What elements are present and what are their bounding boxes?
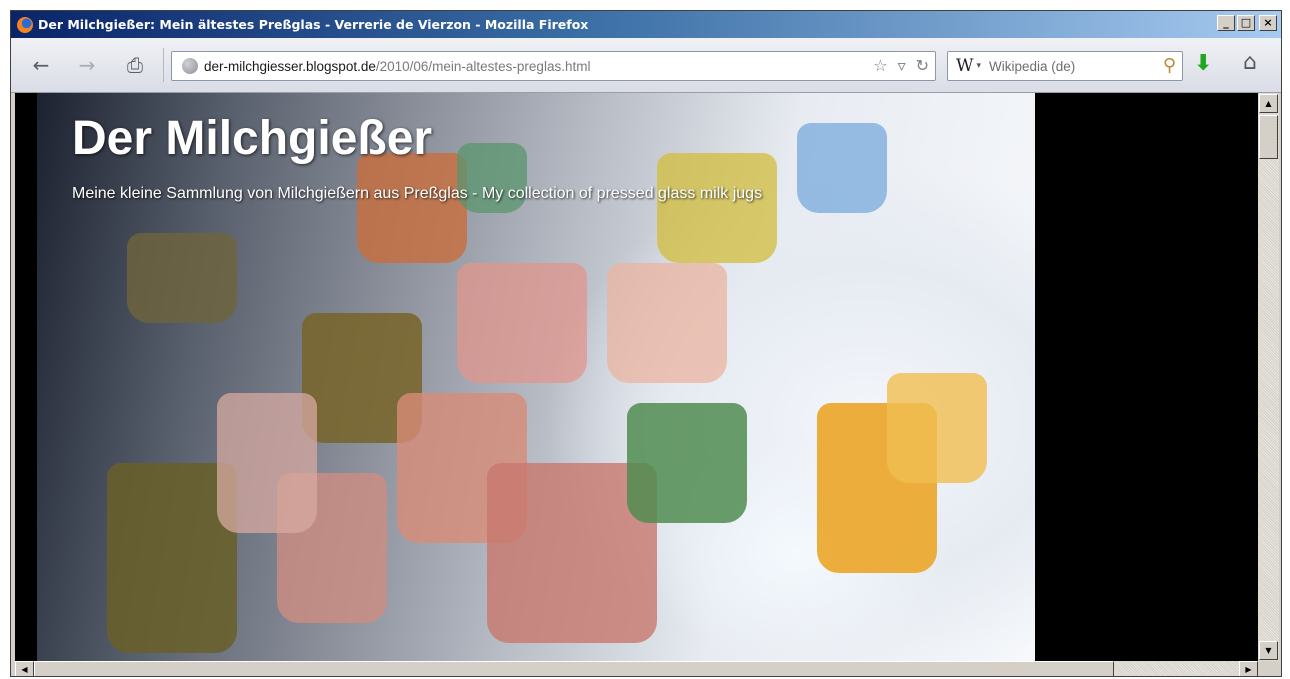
download-icon[interactable]: ⬇ bbox=[1194, 51, 1212, 76]
scroll-down-button[interactable]: ▼ bbox=[1259, 641, 1278, 660]
bookmark-star-icon[interactable]: ☆ bbox=[873, 56, 887, 75]
minimize-button[interactable]: _ bbox=[1217, 15, 1235, 31]
search-engine-dropdown-icon[interactable]: ▾ bbox=[976, 61, 981, 71]
blog-description: Meine kleine Sammlung von Milchgießern a… bbox=[72, 185, 763, 202]
jug-shape bbox=[627, 403, 747, 523]
url-path: /2010/06/mein-altestes-preglas.html bbox=[375, 58, 591, 74]
url-bar-icons: ☆ ▿ ↻ bbox=[873, 56, 929, 75]
window-controls: _ □ × bbox=[1217, 15, 1277, 31]
scroll-up-button[interactable]: ▲ bbox=[1259, 94, 1278, 113]
blog-title[interactable]: Der Milchgießer bbox=[72, 111, 432, 166]
forward-button[interactable]: → bbox=[73, 51, 101, 79]
header-photo: Der Milchgießer Meine kleine Sammlung vo… bbox=[37, 93, 1035, 661]
url-text[interactable]: der-milchgiesser.blogspot.de/2010/06/mei… bbox=[204, 59, 590, 74]
jug-shape bbox=[217, 393, 317, 533]
maximize-button[interactable]: □ bbox=[1237, 15, 1255, 31]
search-input[interactable]: Wikipedia (de) bbox=[989, 59, 1075, 74]
history-dropdown-icon[interactable]: ▿ bbox=[898, 56, 906, 75]
jug-shape bbox=[657, 153, 777, 263]
reload-icon[interactable]: ↻ bbox=[916, 56, 929, 75]
jug-shape bbox=[127, 233, 237, 323]
scroll-left-button[interactable]: ◀ bbox=[15, 661, 34, 676]
url-domain: der-milchgiesser.blogspot.de bbox=[204, 58, 376, 74]
horizontal-scrollbar[interactable]: ◀ ▶ bbox=[15, 661, 1258, 676]
wikipedia-engine-icon[interactable]: W bbox=[956, 56, 973, 76]
browser-window: Der Milchgießer: Mein ältestes Preßglas … bbox=[10, 10, 1282, 677]
print-button[interactable]: ⎙ bbox=[121, 51, 149, 79]
scroll-right-button[interactable]: ▶ bbox=[1239, 661, 1258, 676]
vertical-scroll-thumb[interactable] bbox=[1259, 115, 1278, 159]
search-go-icon[interactable]: ⚲ bbox=[1163, 55, 1176, 76]
back-button[interactable]: ← bbox=[27, 51, 55, 79]
horizontal-scroll-thumb[interactable] bbox=[34, 661, 1114, 676]
jug-shape bbox=[457, 263, 587, 383]
title-bar[interactable]: Der Milchgießer: Mein ältestes Preßglas … bbox=[11, 11, 1281, 38]
vertical-scrollbar[interactable]: ▲ ▼ bbox=[1258, 93, 1279, 661]
jug-shape bbox=[887, 373, 987, 483]
page-content: Der Milchgießer Meine kleine Sammlung vo… bbox=[15, 93, 1258, 661]
site-identity-globe-icon[interactable] bbox=[182, 58, 198, 74]
search-bar[interactable]: W ▾ Wikipedia (de) ⚲ bbox=[947, 51, 1183, 81]
url-bar[interactable]: der-milchgiesser.blogspot.de/2010/06/mei… bbox=[171, 51, 936, 81]
home-icon[interactable]: ⌂ bbox=[1243, 50, 1257, 75]
jug-shape bbox=[357, 153, 467, 263]
close-button[interactable]: × bbox=[1259, 15, 1277, 31]
toolbar-separator bbox=[163, 48, 164, 82]
firefox-logo-icon bbox=[17, 16, 33, 33]
window-title: Der Milchgießer: Mein ältestes Preßglas … bbox=[38, 17, 589, 32]
jug-shape bbox=[607, 263, 727, 383]
navigation-toolbar: ← → ⎙ der-milchgiesser.blogspot.de/2010/… bbox=[11, 38, 1281, 93]
jug-shape bbox=[797, 123, 887, 213]
